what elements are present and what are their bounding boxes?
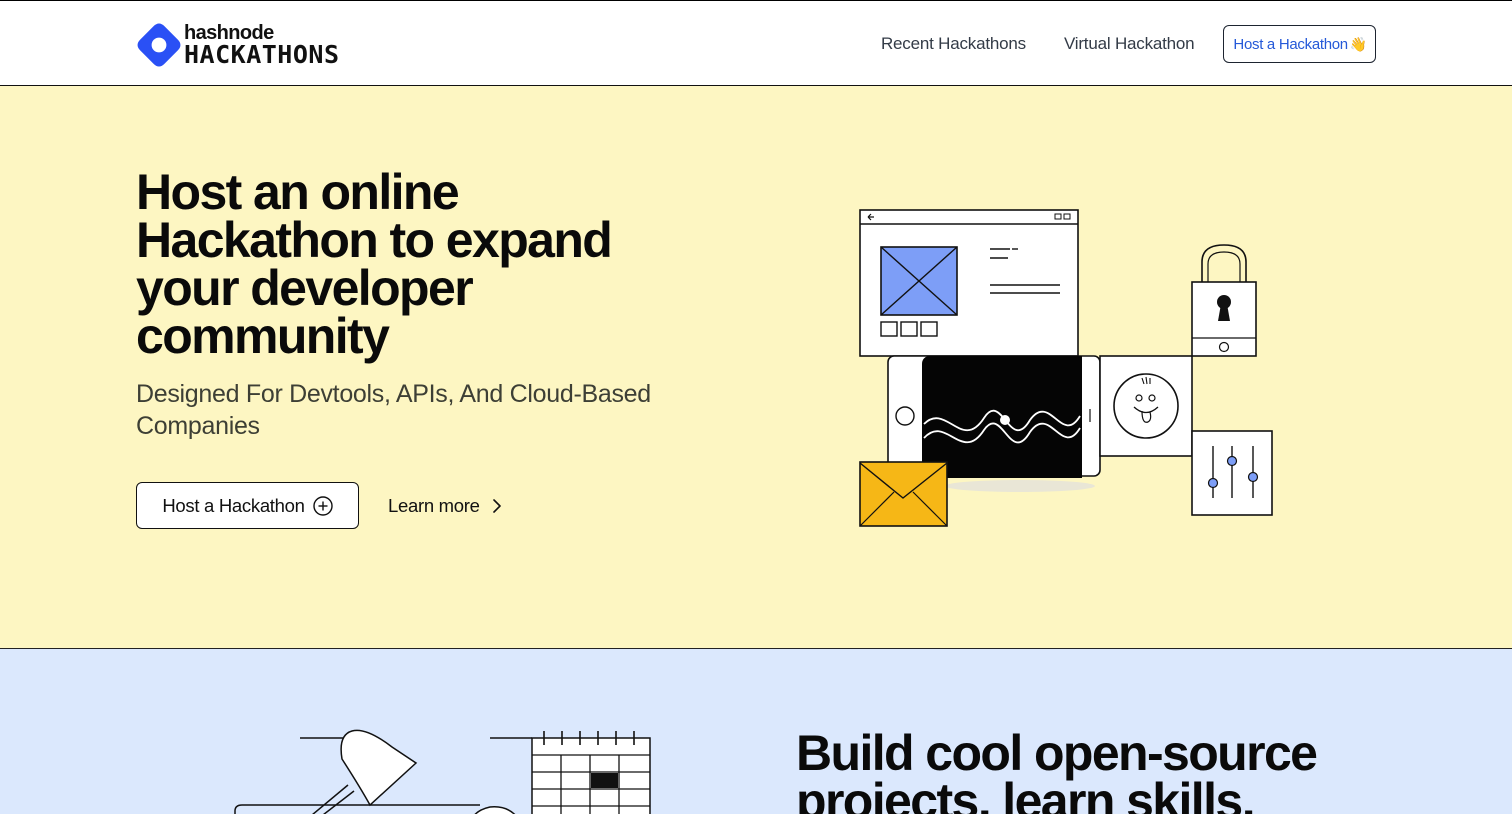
host-hackathon-nav-label: Host a Hackathon (1233, 35, 1348, 53)
nav-virtual-hackathon[interactable]: Virtual Hackathon (1064, 34, 1195, 54)
waving-hand-icon: 👋 (1349, 35, 1367, 52)
learn-more-link[interactable]: Learn more (388, 482, 502, 529)
lock-illustration (1191, 244, 1257, 357)
hero-title-line: Host an online (136, 164, 460, 220)
main-nav: Recent Hackathons Virtual Hackathon Host… (881, 25, 1376, 63)
hero-subtitle-line: Companies (136, 412, 260, 440)
desk-lamp-illustration (234, 729, 480, 814)
open-source-section: Build cool open-source projects, learn s… (0, 649, 1512, 814)
hashnode-logo-icon (137, 23, 181, 67)
envelope-illustration (859, 461, 948, 527)
learn-more-label: Learn more (388, 494, 480, 516)
open-source-title-line: projects, learn skills, (796, 773, 1255, 814)
devtools-illustration (859, 209, 1273, 527)
hero-title-line: community (136, 308, 390, 364)
desk-illustration (234, 729, 651, 814)
host-hackathon-button[interactable]: Host a Hackathon (136, 482, 359, 529)
hashnode-hackathons-logo[interactable]: hashnode HACKATHONS (136, 21, 339, 69)
hero-section: Host an online Hackathon to expand your … (0, 86, 1512, 649)
plus-circle-icon (312, 495, 333, 516)
host-hackathon-label: Host a Hackathon (162, 494, 305, 516)
hero-title-line: your developer (136, 260, 474, 316)
mug-illustration (474, 806, 516, 814)
open-source-title-line: Build cool open-source (796, 725, 1318, 781)
page: hashnode HACKATHONS Recent Hackathons Vi… (0, 0, 1512, 814)
sliders-card-illustration (1191, 430, 1273, 516)
hero-subtitle: Designed For Devtools, APIs, And Cloud-B… (136, 378, 716, 442)
hero-subtitle-line: Designed For Devtools, APIs, And Cloud-B… (136, 380, 651, 408)
site-header: hashnode HACKATHONS Recent Hackathons Vi… (0, 0, 1512, 86)
host-hackathon-nav-button[interactable]: Host a Hackathon 👋 (1223, 25, 1376, 63)
browser-window-illustration (859, 209, 1079, 357)
open-source-title: Build cool open-source projects, learn s… (796, 725, 1416, 814)
face-card-illustration (1099, 355, 1193, 457)
logo-wordmark-big: HACKATHONS (184, 40, 340, 69)
nav-recent-hackathons[interactable]: Recent Hackathons (881, 34, 1026, 54)
chevron-right-icon (492, 498, 501, 513)
hero-title: Host an online Hackathon to expand your … (136, 164, 736, 364)
calendar-illustration (490, 731, 651, 814)
hero-title-line: Hackathon to expand (136, 212, 613, 268)
